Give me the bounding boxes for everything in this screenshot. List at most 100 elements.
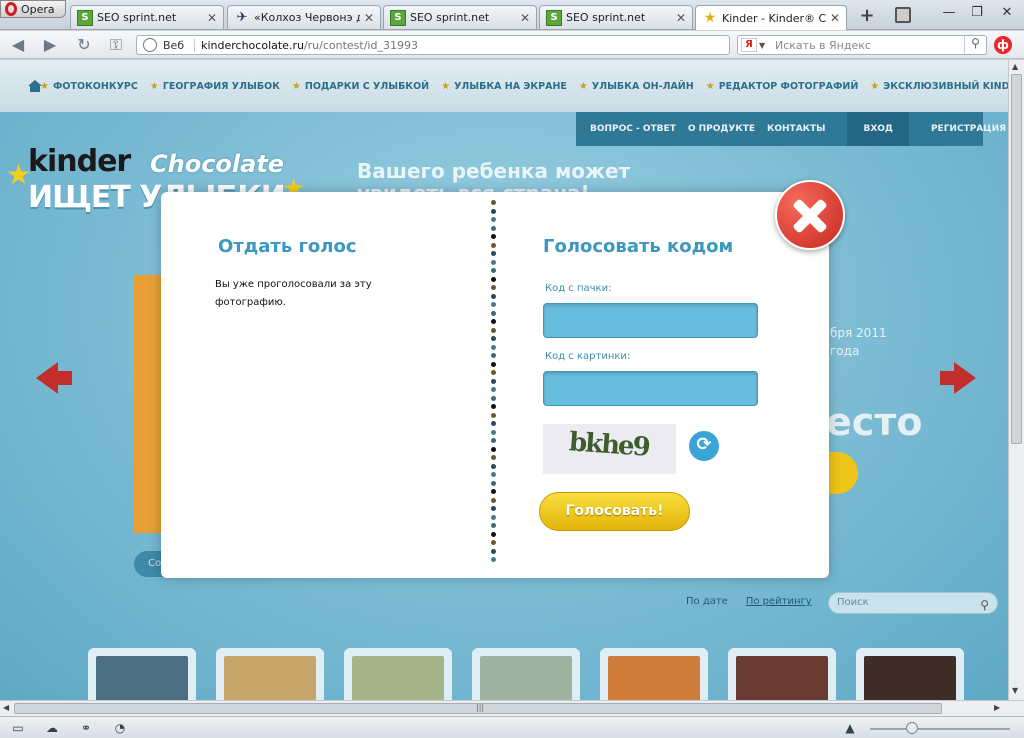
reload-icon[interactable]: ↻	[74, 36, 94, 54]
close-tab-icon[interactable]: ✕	[364, 11, 374, 25]
contacts-link[interactable]: КОНТАКТЫ	[761, 124, 831, 134]
trash-icon[interactable]	[895, 7, 911, 23]
divider-dot	[491, 387, 496, 392]
divider-dot	[491, 234, 496, 239]
nav-item-smile-geography[interactable]: ★ ГЕОГРАФИЯ УЛЫБОК	[150, 81, 280, 92]
cloud-icon[interactable]: ☁	[44, 721, 60, 735]
next-arrow-icon[interactable]	[940, 362, 976, 394]
close-tab-icon[interactable]: ✕	[207, 11, 217, 25]
image-code-input[interactable]	[543, 371, 758, 406]
opera-menu-button[interactable]: Opera	[0, 0, 66, 18]
unite-icon[interactable]: ⚭	[78, 721, 94, 735]
address-host: kinderchocolate.ru	[201, 38, 304, 52]
close-dialog-button[interactable]	[775, 180, 847, 250]
scroll-left-icon[interactable]: ◀	[3, 703, 9, 712]
divider-dot	[491, 293, 496, 299]
tab-seo-sprint-3[interactable]: S SEO sprint.net ✕	[539, 5, 693, 29]
close-tab-icon[interactable]: ✕	[520, 11, 530, 25]
star-icon: ★	[870, 80, 880, 92]
restore-icon[interactable]: ❐	[964, 4, 990, 22]
gallery-thumbnail[interactable]	[216, 648, 324, 700]
minimize-icon[interactable]: —	[936, 4, 962, 22]
forward-icon[interactable]: ▶	[40, 36, 60, 54]
gallery-thumbnail[interactable]	[88, 648, 196, 700]
tab-title: Kinder - Kinder® Ch…	[722, 11, 826, 25]
search-icon[interactable]: ⚲	[980, 595, 989, 615]
scroll-right-icon[interactable]: ▶	[994, 703, 1000, 712]
divider-dot	[491, 455, 496, 460]
browser-search-field[interactable]: Я ▼ Искать в Яндекс ⚲	[737, 35, 987, 55]
scroll-up-icon[interactable]: ▲	[1012, 62, 1018, 71]
tab-seo-sprint-1[interactable]: S SEO sprint.net ✕	[70, 5, 224, 29]
divider-dot	[491, 480, 496, 486]
gallery-thumbnail[interactable]	[600, 648, 708, 700]
nav-item-photo-editor[interactable]: ★ РЕДАКТОР ФОТОГРАФИЙ	[706, 81, 859, 92]
nav-item-smile-on-screen[interactable]: ★ УЛЫБКА НА ЭКРАНЕ	[441, 81, 567, 92]
gallery-thumbnail[interactable]	[856, 648, 964, 700]
zoom-slider[interactable]	[870, 728, 1010, 730]
zoom-menu-icon[interactable]: ▲	[842, 721, 858, 735]
key-icon[interactable]: ⚿	[106, 36, 126, 54]
search-engine-dropdown-icon[interactable]: ▼	[759, 41, 769, 50]
divider-dot	[491, 548, 496, 554]
sort-bar: По дате По рейтингу	[686, 596, 812, 607]
scroll-down-icon[interactable]: ▼	[1012, 686, 1018, 695]
gallery-thumbnail[interactable]	[728, 648, 836, 700]
nav-item-smile-online[interactable]: ★ УЛЫБКА ОН-ЛАЙН	[579, 81, 694, 92]
close-tab-icon[interactable]: ✕	[676, 11, 686, 25]
opera-logo-icon	[5, 2, 17, 16]
sort-by-rating-link[interactable]: По рейтингу	[746, 596, 812, 607]
close-tab-icon[interactable]: ✕	[830, 11, 840, 25]
gallery-thumbnail[interactable]	[344, 648, 452, 700]
vote-button[interactable]: Голосовать!	[539, 492, 690, 531]
divider-dot	[491, 344, 496, 350]
about-product-link[interactable]: О ПРОДУКТЕ	[682, 124, 761, 134]
refresh-captcha-icon[interactable]: ⟳	[689, 431, 719, 461]
vote-title: Отдать голос	[218, 236, 357, 257]
image-code-label: Код с картинки:	[545, 351, 631, 362]
tab-seo-sprint-2[interactable]: S SEO sprint.net ✕	[383, 5, 537, 29]
upload-button[interactable]: Со	[134, 551, 164, 577]
close-window-icon[interactable]: ✕	[994, 4, 1020, 22]
panel-toggle-icon[interactable]: ▭	[10, 721, 26, 735]
zoom-slider-handle[interactable]	[906, 722, 918, 734]
yandex-icon[interactable]: Я	[741, 38, 757, 52]
gallery-search-input[interactable]: Поиск ⚲	[828, 592, 998, 614]
divider-dot	[491, 225, 496, 231]
nav-item-label: ГЕОГРАФИЯ УЛЫБОК	[162, 80, 280, 92]
nav-item-gifts[interactable]: ★ ПОДАРКИ С УЛЫБКОЙ	[292, 81, 429, 92]
turbo-icon[interactable]: ◔	[112, 721, 128, 735]
divider-dot	[491, 523, 496, 528]
qa-link[interactable]: ВОПРОС - ОТВЕТ	[576, 124, 682, 134]
divider-dot	[491, 557, 496, 562]
horizontal-scrollbar[interactable]: ◀ ||| ▶	[0, 700, 1024, 716]
divider-dot	[491, 336, 496, 341]
feed-icon[interactable]: ф	[994, 36, 1012, 54]
divider-dot	[491, 217, 496, 222]
new-tab-button[interactable]: +	[856, 7, 878, 26]
previous-arrow-icon[interactable]	[36, 362, 72, 394]
search-icon[interactable]: ⚲	[964, 36, 986, 54]
hero-headline-line: Вашего ребенка может	[357, 159, 631, 183]
pack-code-input[interactable]	[543, 303, 758, 338]
nav-item-photo-contest[interactable]: ★ ФОТОКОНКУРС	[40, 81, 138, 92]
login-link[interactable]: ВХОД	[847, 112, 909, 146]
address-field[interactable]: Веб kinderchocolate.ru /ru/contest/id_31…	[136, 35, 730, 55]
vertical-scroll-thumb[interactable]	[1011, 74, 1022, 444]
nav-item-label: УЛЫБКА НА ЭКРАНЕ	[454, 80, 567, 92]
sort-by-date-link[interactable]: По дате	[686, 596, 728, 607]
tab-kolkhoz[interactable]: ✈ «Колхоз Червонэ д… ✕	[227, 5, 381, 29]
bird-favicon-icon: ✈	[236, 10, 248, 25]
contest-date-line: года	[830, 344, 860, 358]
back-icon[interactable]: ◀	[8, 36, 28, 54]
scroll-grip-icon: |||	[476, 703, 485, 712]
tab-kinder[interactable]: ★ Kinder - Kinder® Ch… ✕	[695, 5, 847, 30]
star-icon: ★	[578, 80, 588, 92]
nav-item-exclusive[interactable]: ★ЭКСКЛЮЗИВНЫЙ KINDER® CHOCOLATE★	[870, 81, 1008, 92]
register-link[interactable]: РЕГИСТРАЦИЯ	[925, 124, 1008, 134]
gallery-thumbnail[interactable]	[472, 648, 580, 700]
divider-dot	[491, 531, 496, 537]
vertical-scrollbar[interactable]: ▲ ▼	[1008, 60, 1024, 700]
place-heading: есто	[826, 400, 923, 444]
divider-dot	[491, 361, 496, 367]
